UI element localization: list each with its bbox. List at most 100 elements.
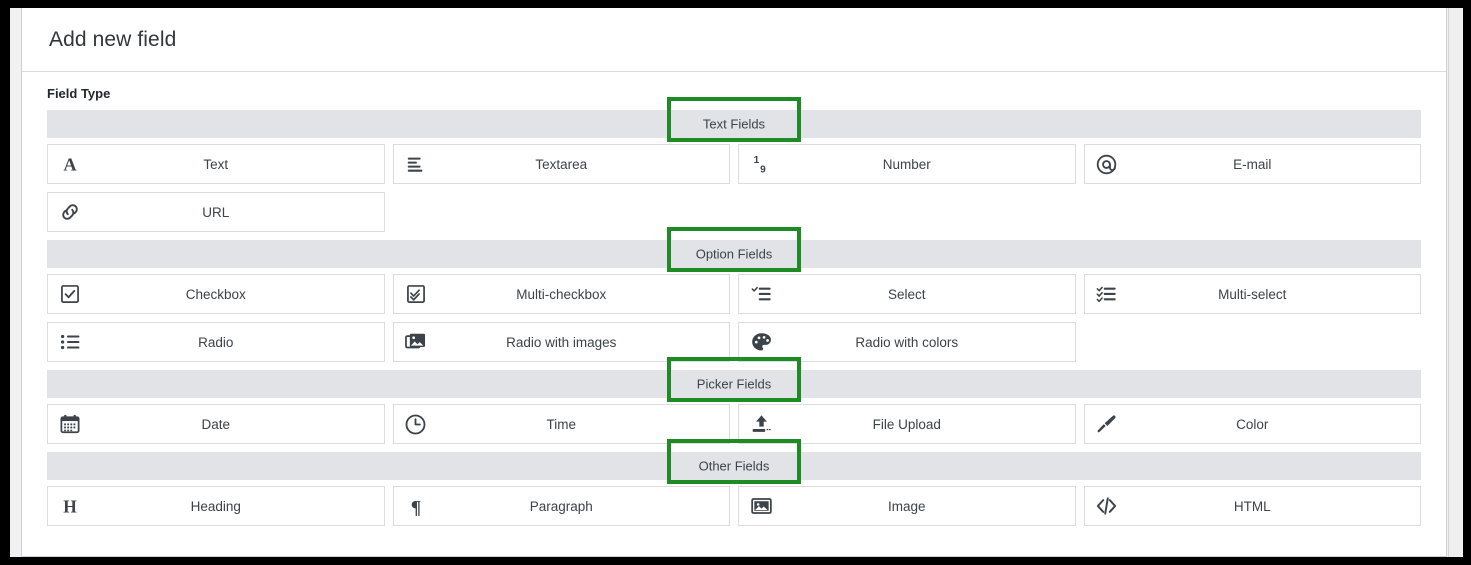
field-type-button[interactable]: Image — [738, 486, 1076, 526]
field-type-tile: Radio — [43, 322, 389, 362]
field-type-label-text: E-mail — [1233, 156, 1272, 172]
field-type-label-text: Multi-select — [1218, 286, 1287, 302]
field-type-button[interactable]: ¶ Paragraph — [392, 486, 730, 526]
field-type-tile: Select — [734, 274, 1080, 314]
field-type-label-text: Multi-checkbox — [516, 286, 607, 302]
group-band-4: Other Fields — [47, 439, 1421, 484]
field-type-button[interactable]: E-mail — [1083, 144, 1421, 184]
field-type-button[interactable]: Multi-select — [1083, 274, 1421, 314]
svg-text:1: 1 — [754, 155, 760, 166]
card-body: Field Type Text Fields A Text Textarea 1 9 Num… — [22, 72, 1446, 534]
field-type-button[interactable]: Color — [1083, 404, 1421, 444]
field-type-label-text: Heading — [190, 498, 241, 514]
field-type-button[interactable]: A Text — [47, 144, 385, 184]
field-type-tile: Checkbox — [43, 274, 389, 314]
number-one-nine-icon: 19 — [739, 153, 783, 175]
svg-text:A: A — [63, 154, 77, 174]
select-list-icon — [739, 283, 783, 305]
group-band-3: Picker Fields — [47, 357, 1421, 402]
field-type-button[interactable]: 1 9 Number — [738, 144, 1076, 184]
field-type-label-text: File Upload — [872, 416, 941, 432]
letter-a-icon: A — [48, 153, 92, 175]
field-type-groups: Text Fields A Text Textarea 1 9 Number E-mail UR… — [47, 97, 1421, 534]
vertical-scrollbar[interactable] — [1448, 8, 1461, 557]
field-type-tile: ¶ Paragraph — [389, 486, 735, 526]
checkbox-icon — [48, 283, 92, 305]
images-stack-icon — [394, 331, 438, 353]
field-type-label-text: URL — [202, 204, 230, 220]
field-type-button[interactable]: HTML — [1083, 486, 1421, 526]
field-type-tile: Color — [1080, 404, 1426, 444]
field-type-button[interactable]: Select — [738, 274, 1076, 314]
page-title: Add new field — [49, 27, 177, 51]
letter-h-icon: H — [48, 495, 92, 517]
field-type-button[interactable]: H Heading — [47, 486, 385, 526]
svg-text:¶: ¶ — [410, 497, 420, 517]
field-type-button[interactable]: File Upload — [738, 404, 1076, 444]
svg-text:9: 9 — [760, 164, 766, 175]
pilcrow-icon: ¶ — [394, 495, 438, 517]
field-type-tile: URL — [43, 192, 389, 232]
clock-icon — [394, 413, 438, 436]
field-type-label-text: Select — [887, 286, 926, 302]
multi-checkbox-icon — [394, 283, 438, 305]
text-lines-icon — [394, 153, 438, 175]
page-background: Add new field Field Type Text Fields A Tex… — [10, 8, 1463, 557]
field-type-tile: Textarea — [389, 144, 735, 184]
group-band-label: Picker Fields — [696, 376, 772, 392]
field-type-tiles: H Heading ¶ Paragraph Image HTML — [43, 486, 1425, 534]
color-palette-icon — [739, 331, 783, 353]
add-new-field-card: Add new field Field Type Text Fields A Tex… — [21, 8, 1447, 557]
field-type-tile: E-mail — [1080, 144, 1426, 184]
field-type-label-text: Radio — [198, 334, 234, 350]
group-band-label: Text Fields — [702, 116, 766, 132]
field-type-button[interactable]: Radio with colors — [738, 322, 1076, 362]
calendar-icon — [48, 413, 92, 435]
field-type-label-text: Paragraph — [529, 498, 593, 514]
group-band-label: Option Fields — [695, 246, 773, 262]
bulleted-list-icon — [48, 331, 92, 353]
field-type-button[interactable]: URL — [47, 192, 385, 232]
field-type-button[interactable]: Radio — [47, 322, 385, 362]
screen: Add new field Field Type Text Fields A Tex… — [0, 0, 1471, 565]
field-type-tile: Radio with colors — [734, 322, 1080, 362]
paintbrush-icon — [1085, 413, 1129, 435]
field-type-button[interactable]: Multi-checkbox — [392, 274, 730, 314]
field-type-tiles: A Text Textarea 1 9 Number E-mail URL — [43, 144, 1425, 240]
field-type-tile: H Heading — [43, 486, 389, 526]
link-chain-icon — [48, 201, 92, 223]
field-type-label-text: Color — [1236, 416, 1269, 432]
group-band-2: Option Fields — [47, 227, 1421, 272]
multi-select-list-icon — [1085, 283, 1129, 305]
field-type-button[interactable]: Time — [392, 404, 730, 444]
upload-icon — [739, 413, 783, 435]
field-type-label-text: Textarea — [535, 156, 588, 172]
code-tags-icon — [1085, 495, 1129, 517]
group-band-1: Text Fields — [47, 97, 1421, 142]
field-type-tiles: Checkbox Multi-checkbox Select Multi-select… — [43, 274, 1425, 370]
field-type-label: Field Type — [47, 86, 111, 101]
field-type-label-text: Radio with colors — [855, 334, 959, 350]
card-header: Add new field — [22, 8, 1446, 72]
field-type-label-text: HTML — [1233, 498, 1271, 514]
field-type-tile: 1 9 Number — [734, 144, 1080, 184]
field-type-tile: File Upload — [734, 404, 1080, 444]
image-frame-icon — [739, 495, 783, 517]
field-type-tile: Radio with images — [389, 322, 735, 362]
field-type-button[interactable]: Textarea — [392, 144, 730, 184]
field-type-label-text: Date — [201, 416, 231, 432]
field-type-tile: Multi-checkbox — [389, 274, 735, 314]
field-type-tile: Image — [734, 486, 1080, 526]
field-type-tile: HTML — [1080, 486, 1426, 526]
field-type-tile: Multi-select — [1080, 274, 1426, 314]
field-type-tile: Time — [389, 404, 735, 444]
at-sign-icon — [1085, 153, 1129, 176]
field-type-button[interactable]: Date — [47, 404, 385, 444]
field-type-tile: Date — [43, 404, 389, 444]
field-type-label-text: Image — [887, 498, 926, 514]
field-type-button[interactable]: Radio with images — [392, 322, 730, 362]
field-type-tile: A Text — [43, 144, 389, 184]
group-band-label: Other Fields — [698, 458, 770, 474]
field-type-label-text: Radio with images — [506, 334, 617, 350]
field-type-button[interactable]: Checkbox — [47, 274, 385, 314]
